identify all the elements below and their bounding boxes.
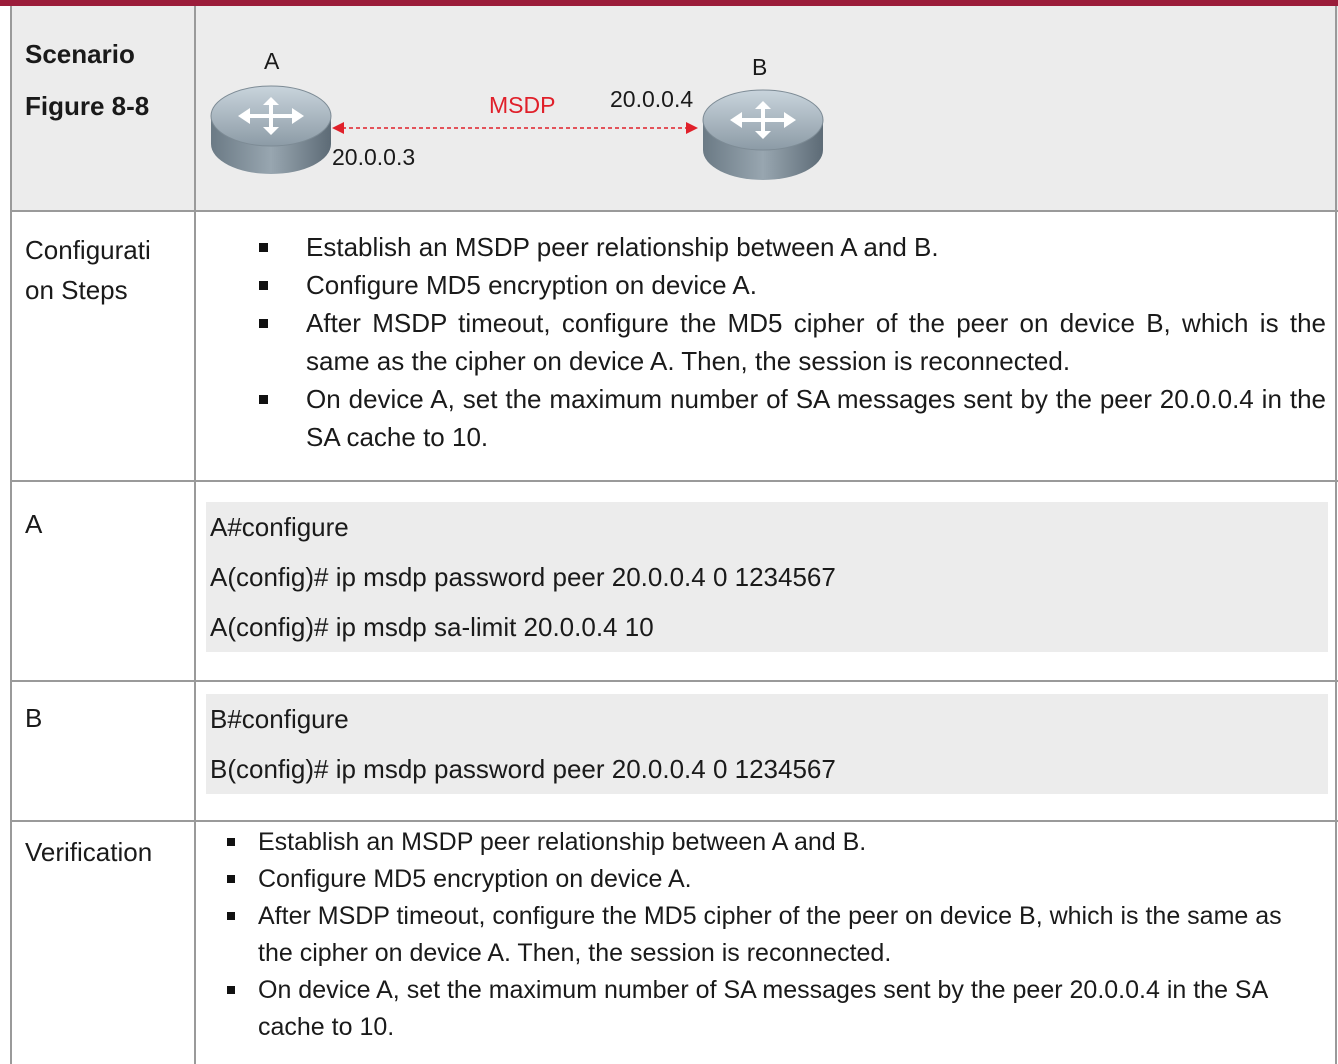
list-item: Establish an MSDP peer relationship betw… bbox=[227, 824, 1306, 861]
device-a-code-block: A#configure A(config)# ip msdp password … bbox=[206, 502, 1328, 652]
list-item: Establish an MSDP peer relationship betw… bbox=[259, 228, 1326, 266]
code-line: B#configure bbox=[210, 704, 349, 734]
verification-list: Establish an MSDP peer relationship betw… bbox=[227, 824, 1306, 1046]
code-line: A#configure bbox=[210, 512, 349, 542]
list-item: After MSDP timeout, configure the MD5 ci… bbox=[227, 898, 1306, 972]
table-column-divider bbox=[194, 6, 196, 1064]
router-b-icon bbox=[702, 89, 824, 180]
router-a-icon bbox=[210, 85, 332, 174]
code-line: A(config)# ip msdp password peer 20.0.0.… bbox=[210, 562, 836, 592]
list-item: After MSDP timeout, configure the MD5 ci… bbox=[259, 304, 1326, 380]
device-a-label: A bbox=[25, 509, 43, 539]
list-item: On device A, set the maximum number of S… bbox=[227, 972, 1306, 1046]
config-steps-label: Configurati on Steps bbox=[25, 235, 151, 305]
code-line: A(config)# ip msdp sa-limit 20.0.0.4 10 bbox=[210, 612, 654, 642]
list-item: On device A, set the maximum number of S… bbox=[259, 380, 1326, 456]
verification-label: Verification bbox=[25, 837, 153, 867]
config-steps-list: Establish an MSDP peer relationship betw… bbox=[259, 228, 1326, 456]
table-left-border bbox=[10, 6, 12, 1064]
device-b-code-block: B#configure B(config)# ip msdp password … bbox=[206, 694, 1328, 794]
code-line: B(config)# ip msdp password peer 20.0.0.… bbox=[210, 754, 836, 784]
list-item: Configure MD5 encryption on device A. bbox=[259, 266, 1326, 304]
msdp-link bbox=[332, 122, 698, 134]
device-b-label: B bbox=[25, 703, 43, 733]
list-item: Configure MD5 encryption on device A. bbox=[227, 861, 1306, 898]
network-diagram bbox=[210, 85, 824, 180]
table-right-border bbox=[1335, 6, 1337, 1064]
